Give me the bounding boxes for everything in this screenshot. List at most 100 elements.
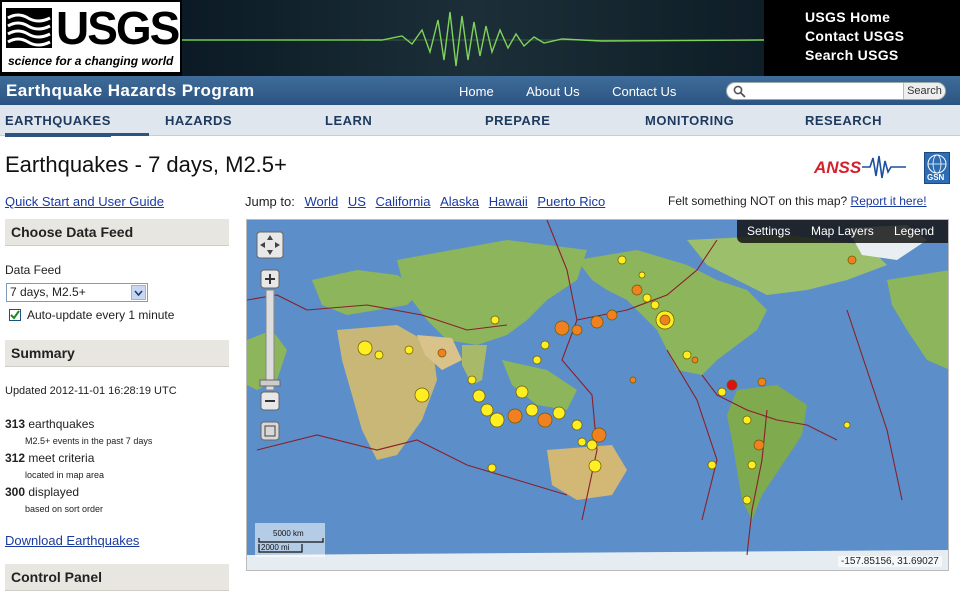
search-usgs-link[interactable]: Search USGS (805, 46, 904, 65)
coordinate-readout: -157.85156, 31.69027 (838, 556, 942, 567)
download-earthquakes-link[interactable]: Download Earthquakes (5, 533, 139, 548)
usgs-logo[interactable]: USGS science for a changing world (2, 2, 180, 72)
earthquake-marker (577, 437, 587, 447)
gsn-logo[interactable]: GSN (924, 152, 950, 184)
earthquake-marker (489, 412, 505, 428)
data-feed-value: 7 days, M2.5+ (10, 285, 86, 299)
earthquake-marker (659, 314, 671, 326)
nav-monitoring[interactable]: MONITORING (645, 113, 734, 128)
earthquake-marker (591, 427, 607, 443)
earthquake-marker (747, 460, 757, 470)
earthquake-marker (588, 459, 602, 473)
jump-puerto-rico-link[interactable]: Puerto Rico (537, 194, 605, 209)
stat-count: 313 (5, 417, 26, 431)
jump-california-link[interactable]: California (376, 194, 431, 209)
earthquake-marker (404, 345, 414, 355)
map-layers-button[interactable]: Map Layers (811, 224, 874, 238)
scale-km-label: 5000 km (273, 529, 304, 538)
anss-logo[interactable]: ANSS (812, 152, 908, 182)
program-links: Home About Us Contact Us (459, 83, 704, 101)
earthquake-marker (742, 415, 752, 425)
earthquake-marker (507, 408, 523, 424)
earthquake-marker (586, 439, 598, 451)
earthquake-marker (682, 350, 692, 360)
earthquake-marker (525, 403, 539, 417)
globe-icon (927, 154, 947, 174)
quick-start-link[interactable]: Quick Start and User Guide (5, 194, 164, 209)
earthquake-marker (537, 412, 553, 428)
updated-timestamp: Updated 2012-11-01 16:28:19 UTC (5, 385, 177, 397)
usgs-wave-icon (6, 8, 52, 48)
earthquake-marker (437, 348, 447, 358)
earthquake-marker (480, 403, 494, 417)
search-input[interactable]: Search (726, 82, 946, 100)
stat-earthquakes: 313 earthquakes (5, 417, 94, 431)
stat-sub: based on sort order (25, 504, 104, 514)
stat-meet-criteria: 312 meet criteria (5, 451, 94, 465)
stat-label: meet criteria (28, 451, 95, 465)
nav-research[interactable]: RESEARCH (805, 113, 882, 128)
zoom-controls[interactable] (255, 230, 285, 442)
earthquake-marker (590, 315, 604, 329)
earthquake-marker (717, 387, 727, 397)
fullscreen-button[interactable] (260, 421, 280, 441)
earthquake-marker (414, 387, 430, 403)
jump-to-bar: Jump to: World US California Alaska Hawa… (245, 194, 605, 209)
summary-heading[interactable]: Summary (5, 340, 229, 367)
felt-report-bar: Felt something NOT on this map? Report i… (668, 194, 927, 208)
usgs-logo-text: USGS (56, 2, 180, 54)
jump-alaska-link[interactable]: Alaska (440, 194, 479, 209)
auto-update-checkbox[interactable] (9, 309, 21, 321)
nav-hazards[interactable]: HAZARDS (165, 113, 232, 128)
earthquake-marker (571, 324, 583, 336)
earthquake-marker (532, 355, 542, 365)
earthquake-marker (650, 300, 660, 310)
earthquake-marker (631, 284, 643, 296)
stat-sub: M2.5+ events in the past 7 days (25, 436, 153, 446)
auto-update-option: Auto-update every 1 minute (9, 308, 174, 322)
earthquake-marker (617, 255, 627, 265)
map-controls-bar: Settings Map Layers Legend (737, 220, 948, 243)
stat-sub: located in map area (25, 470, 105, 480)
jump-world-link[interactable]: World (304, 194, 338, 209)
settings-button[interactable]: Settings (747, 224, 790, 238)
data-feed-select[interactable]: 7 days, M2.5+ (6, 283, 148, 302)
earthquake-map[interactable]: 5000 km 2000 mi (246, 219, 949, 571)
data-feed-label: Data Feed (5, 263, 62, 277)
earthquake-marker (540, 340, 550, 350)
home-link[interactable]: Home (459, 84, 494, 99)
earthquake-marker (843, 421, 851, 429)
earthquake-marker (472, 389, 486, 403)
earthquake-marker (691, 356, 699, 364)
contact-usgs-link[interactable]: Contact USGS (805, 27, 904, 46)
control-panel-heading[interactable]: Control Panel (5, 564, 229, 591)
legend-button[interactable]: Legend (894, 224, 934, 238)
chevron-down-icon (131, 285, 146, 300)
report-it-link[interactable]: Report it here! (851, 194, 927, 208)
earthquake-marker (571, 419, 583, 431)
stat-count: 300 (5, 485, 26, 499)
usgs-home-link[interactable]: USGS Home (805, 8, 904, 27)
nav-learn[interactable]: LEARN (325, 113, 372, 128)
about-us-link[interactable]: About Us (526, 84, 579, 99)
zoom-slider-handle[interactable] (259, 379, 281, 387)
choose-data-feed-heading[interactable]: Choose Data Feed (5, 219, 229, 246)
program-title[interactable]: Earthquake Hazards Program (6, 81, 254, 101)
search-button[interactable]: Search (903, 83, 945, 99)
search-icon (733, 85, 746, 98)
jump-to-label: Jump to: (245, 194, 295, 209)
earthquake-marker (629, 376, 637, 384)
earthquake-marker (606, 309, 618, 321)
earthquake-marker (757, 377, 767, 387)
zoom-slider-track[interactable] (265, 289, 275, 391)
page-title: Earthquakes - 7 days, M2.5+ (5, 152, 287, 177)
earthquake-marker (638, 271, 646, 279)
jump-hawaii-link[interactable]: Hawaii (489, 194, 528, 209)
earthquake-marker (554, 320, 570, 336)
auto-update-label: Auto-update every 1 minute (27, 308, 175, 322)
world-map[interactable]: 5000 km 2000 mi (247, 220, 949, 571)
earthquake-marker (726, 379, 738, 391)
contact-us-link[interactable]: Contact Us (612, 84, 676, 99)
jump-us-link[interactable]: US (348, 194, 366, 209)
nav-prepare[interactable]: PREPARE (485, 113, 550, 128)
